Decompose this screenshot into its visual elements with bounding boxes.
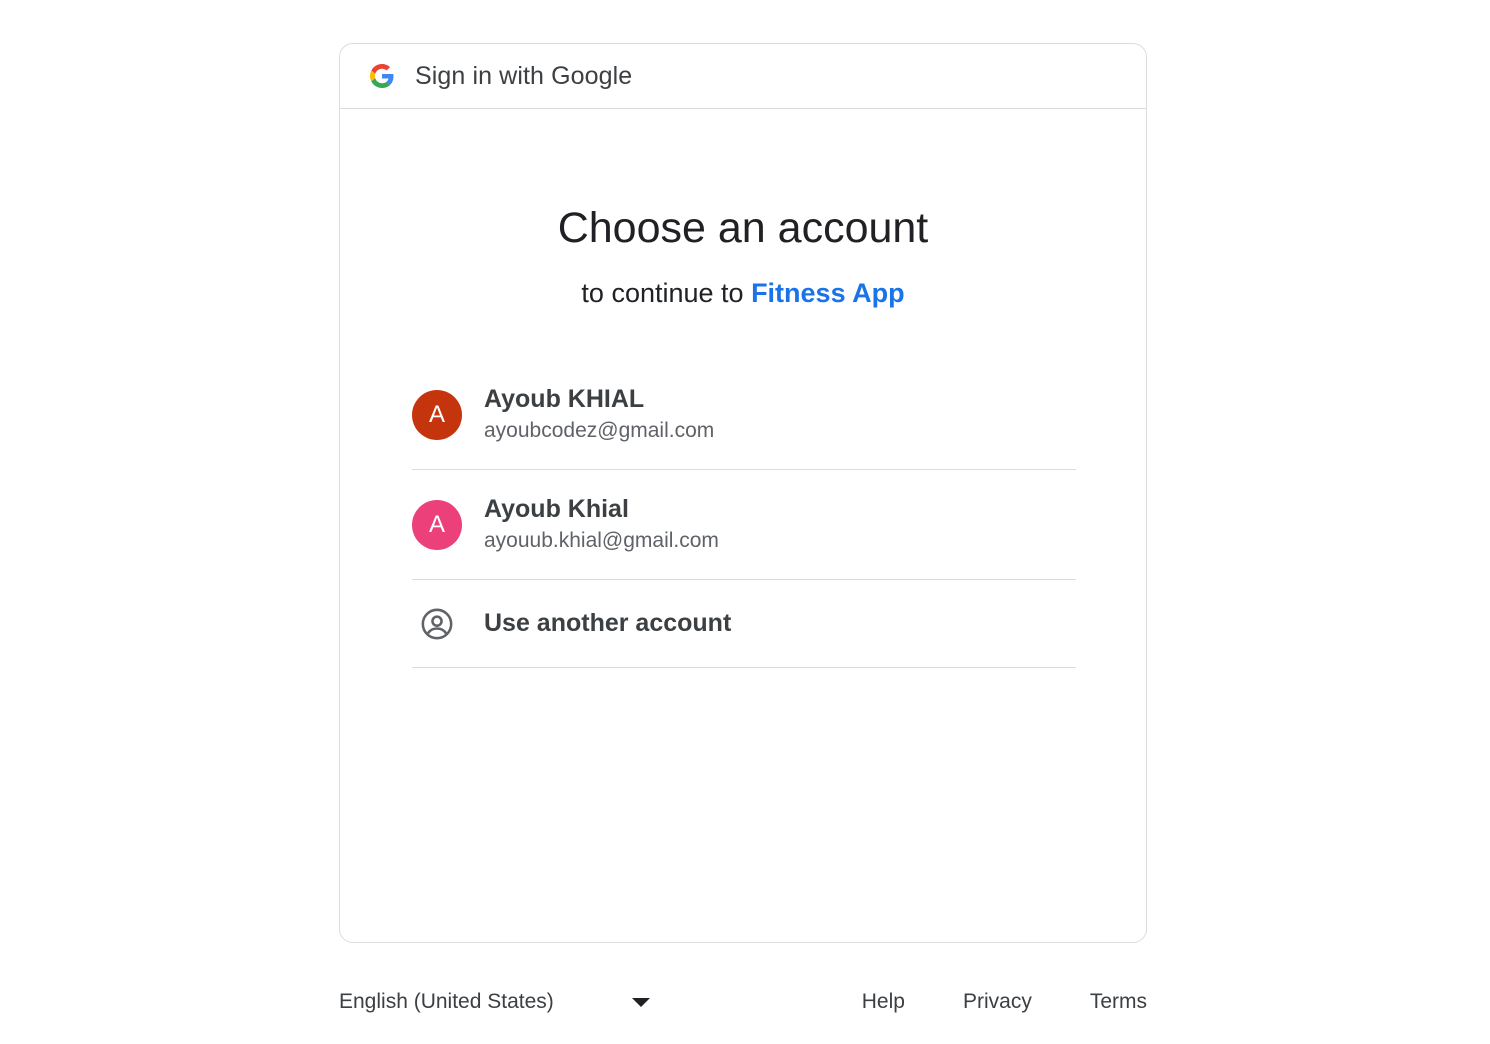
account-info: Ayoub Khial ayouub.khial@gmail.com [484,494,719,556]
footer: English (United States) Help Privacy Ter… [339,982,1147,1022]
subheading: to continue to Fitness App [340,278,1146,309]
account-email: ayouub.khial@gmail.com [484,528,719,552]
account-list: A Ayoub KHIAL ayoubcodez@gmail.com A Ayo… [412,360,1076,668]
google-g-icon [369,63,395,89]
language-label: English (United States) [339,990,554,1013]
sign-in-card: Sign in with Google Choose an account to… [339,43,1147,943]
account-circle-icon [412,599,462,649]
account-name: Ayoub Khial [484,494,629,523]
page-title: Choose an account [557,204,929,252]
card-header: Sign in with Google [340,44,1146,109]
use-another-account-button[interactable]: Use another account [412,580,1076,668]
caret-down-icon [631,997,650,1007]
app-name-link[interactable]: Fitness App [751,278,905,308]
account-row-ayouub-khial[interactable]: A Ayoub Khial ayouub.khial@gmail.com [412,470,1076,580]
footer-links: Help Privacy Terms [804,990,1147,1014]
use-another-account-label: Use another account [484,609,732,637]
language-select[interactable]: English (United States) [339,990,659,1014]
account-email: ayoubcodez@gmail.com [484,418,715,442]
account-info: Ayoub KHIAL ayoubcodez@gmail.com [484,384,714,446]
header-title: Sign in with Google [415,61,633,90]
help-link[interactable]: Help [862,990,905,1014]
avatar: A [412,499,462,550]
privacy-link[interactable]: Privacy [963,990,1032,1014]
account-name: Ayoub KHIAL [484,384,645,413]
account-row-ayoubcodez[interactable]: A Ayoub KHIAL ayoubcodez@gmail.com [412,360,1076,470]
subheading-prefix: to continue to [581,278,744,308]
avatar: A [412,389,462,440]
terms-link[interactable]: Terms [1090,990,1147,1014]
